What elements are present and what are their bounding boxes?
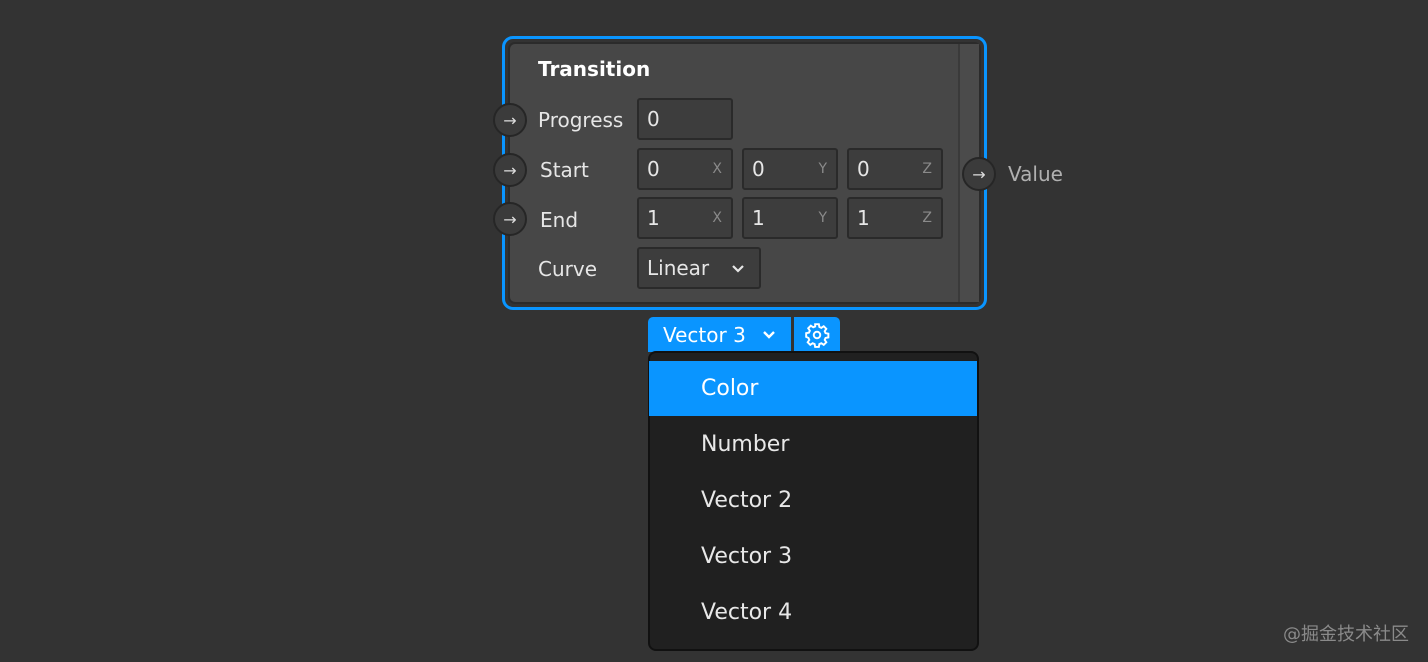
end-input-port[interactable]: →	[493, 202, 527, 236]
start-y-input[interactable]: 0Y	[742, 148, 838, 190]
start-input-port[interactable]: →	[493, 153, 527, 187]
chevron-down-icon	[732, 265, 744, 273]
node-title: Transition	[538, 57, 651, 81]
menu-item-label: Vector 4	[701, 600, 793, 625]
arrow-right-icon: →	[503, 160, 517, 180]
start-x-value: 0	[647, 157, 660, 181]
type-select-value: Vector 3	[663, 322, 746, 347]
axis-z-label: Z	[922, 161, 932, 177]
menu-item-number[interactable]: Number	[649, 417, 977, 472]
settings-button[interactable]	[794, 317, 840, 352]
axis-x-label: X	[712, 161, 722, 177]
progress-input-port[interactable]: →	[493, 103, 527, 137]
curve-value: Linear	[647, 256, 710, 280]
arrow-right-icon: →	[503, 110, 517, 130]
curve-label: Curve	[538, 257, 598, 281]
menu-item-label: Number	[701, 432, 790, 457]
end-y-value: 1	[752, 206, 765, 230]
end-z-input[interactable]: 1Z	[847, 197, 943, 239]
start-z-value: 0	[857, 157, 870, 181]
axis-z-label: Z	[922, 210, 932, 226]
end-z-value: 1	[857, 206, 870, 230]
end-y-input[interactable]: 1Y	[742, 197, 838, 239]
start-z-input[interactable]: 0Z	[847, 148, 943, 190]
output-label: Value	[1008, 162, 1063, 186]
axis-x-label: X	[712, 210, 722, 226]
end-x-value: 1	[647, 206, 660, 230]
progress-value: 0	[647, 107, 660, 131]
progress-input[interactable]: 0	[637, 98, 733, 140]
watermark: @掘金技术社区	[1283, 624, 1409, 645]
value-output-port[interactable]: →	[962, 157, 996, 191]
axis-y-label: Y	[818, 161, 827, 177]
arrow-right-icon: →	[503, 209, 517, 229]
start-x-input[interactable]: 0X	[637, 148, 733, 190]
chevron-down-icon	[763, 331, 775, 339]
progress-label: Progress	[538, 108, 624, 132]
menu-item-vector-4[interactable]: Vector 4	[649, 585, 977, 640]
menu-item-vector-3[interactable]: Vector 3	[649, 529, 977, 584]
menu-item-label: Vector 3	[701, 544, 793, 569]
gear-icon	[805, 322, 830, 348]
menu-item-color[interactable]: Color	[649, 361, 977, 416]
start-y-value: 0	[752, 157, 765, 181]
menu-item-label: Color	[701, 376, 759, 401]
menu-item-vector-2[interactable]: Vector 2	[649, 473, 977, 528]
end-label: End	[540, 208, 579, 232]
menu-item-label: Vector 2	[701, 488, 793, 513]
arrow-right-icon: →	[972, 164, 986, 184]
start-label: Start	[540, 158, 589, 182]
curve-dropdown[interactable]: Linear	[637, 247, 761, 289]
end-x-input[interactable]: 1X	[637, 197, 733, 239]
axis-y-label: Y	[818, 210, 827, 226]
type-select-button[interactable]: Vector 3	[648, 317, 791, 352]
